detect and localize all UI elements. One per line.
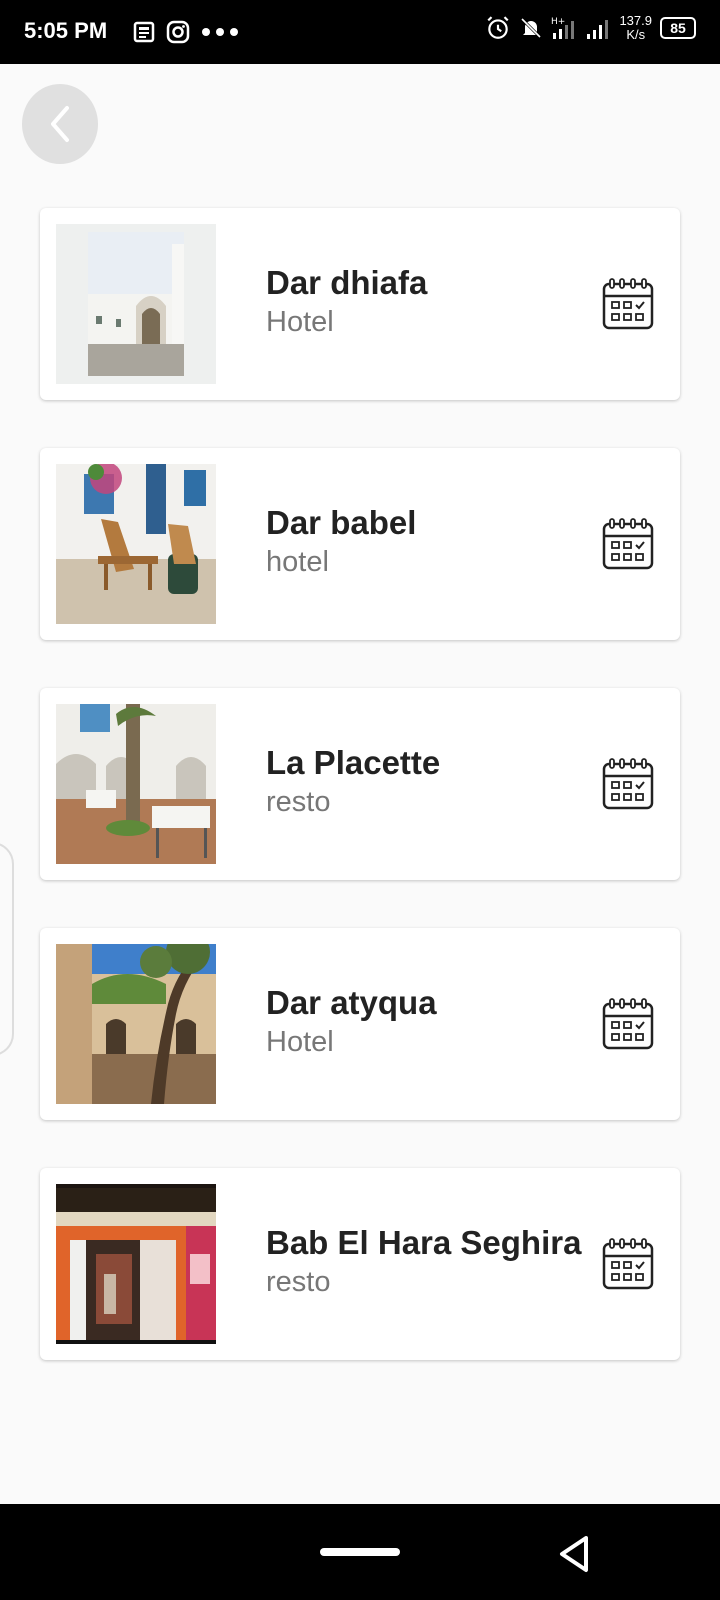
signal-hplus-icon: H+	[551, 17, 575, 39]
network-speed-value: 137.9	[619, 13, 652, 28]
place-info: Dar babel hotel	[266, 504, 416, 579]
place-card[interactable]: Dar atyqua Hotel	[40, 928, 680, 1120]
place-info: Bab El Hara Seghira resto	[266, 1224, 581, 1299]
place-type: resto	[266, 786, 331, 818]
place-name: Dar atyqua	[266, 984, 437, 1021]
back-button[interactable]	[22, 84, 98, 164]
place-photo	[56, 1184, 216, 1344]
place-type: Hotel	[266, 1026, 334, 1058]
more-dots-icon	[202, 28, 238, 36]
bell-off-icon	[521, 17, 542, 39]
place-type: resto	[266, 1266, 331, 1298]
home-gesture-pill[interactable]	[320, 1548, 400, 1556]
status-bar: 5:05 PM H+ 137.9 K/s 85	[0, 0, 720, 64]
calendar-check-icon[interactable]	[600, 996, 656, 1052]
status-system-icons: H+ 137.9 K/s 85	[485, 14, 696, 42]
network-speed: 137.9 K/s	[619, 14, 652, 42]
place-name: La Placette	[266, 744, 441, 781]
network-speed-unit: K/s	[626, 27, 646, 42]
place-photo	[56, 464, 216, 624]
chevron-left-icon	[51, 106, 69, 142]
side-edge-handle[interactable]	[0, 842, 14, 1056]
news-icon	[133, 21, 155, 43]
battery-icon: 85	[660, 17, 696, 39]
place-card[interactable]: La Placette resto	[40, 688, 680, 880]
signal-icon	[587, 20, 609, 39]
navigation-bar	[0, 1504, 720, 1600]
place-card[interactable]: Dar dhiafa Hotel	[40, 208, 680, 400]
instagram-icon	[166, 20, 190, 44]
alarm-icon	[487, 16, 509, 39]
place-info: Dar dhiafa Hotel	[266, 264, 427, 339]
status-time: 5:05 PM	[24, 18, 108, 43]
place-photo	[56, 704, 216, 864]
place-info: Dar atyqua Hotel	[266, 984, 437, 1059]
place-photo	[56, 224, 216, 384]
place-card[interactable]: Bab El Hara Seghira resto	[40, 1168, 680, 1360]
place-card[interactable]: Dar babel hotel	[40, 448, 680, 640]
calendar-check-icon[interactable]	[600, 276, 656, 332]
svg-text:H+: H+	[551, 17, 565, 27]
place-name: Dar dhiafa	[266, 264, 428, 301]
back-triangle-icon[interactable]	[556, 1534, 592, 1574]
place-name: Bab El Hara Seghira	[266, 1224, 582, 1261]
status-notification-icons	[132, 20, 240, 44]
calendar-check-icon[interactable]	[600, 516, 656, 572]
place-type: Hotel	[266, 306, 334, 338]
calendar-check-icon[interactable]	[600, 756, 656, 812]
place-type: hotel	[266, 546, 329, 578]
places-list: Dar dhiafa Hotel Dar babel hotel La Plac…	[40, 208, 680, 1408]
place-photo	[56, 944, 216, 1104]
place-name: Dar babel	[266, 504, 417, 541]
calendar-check-icon[interactable]	[600, 1236, 656, 1292]
place-info: La Placette resto	[266, 744, 440, 819]
